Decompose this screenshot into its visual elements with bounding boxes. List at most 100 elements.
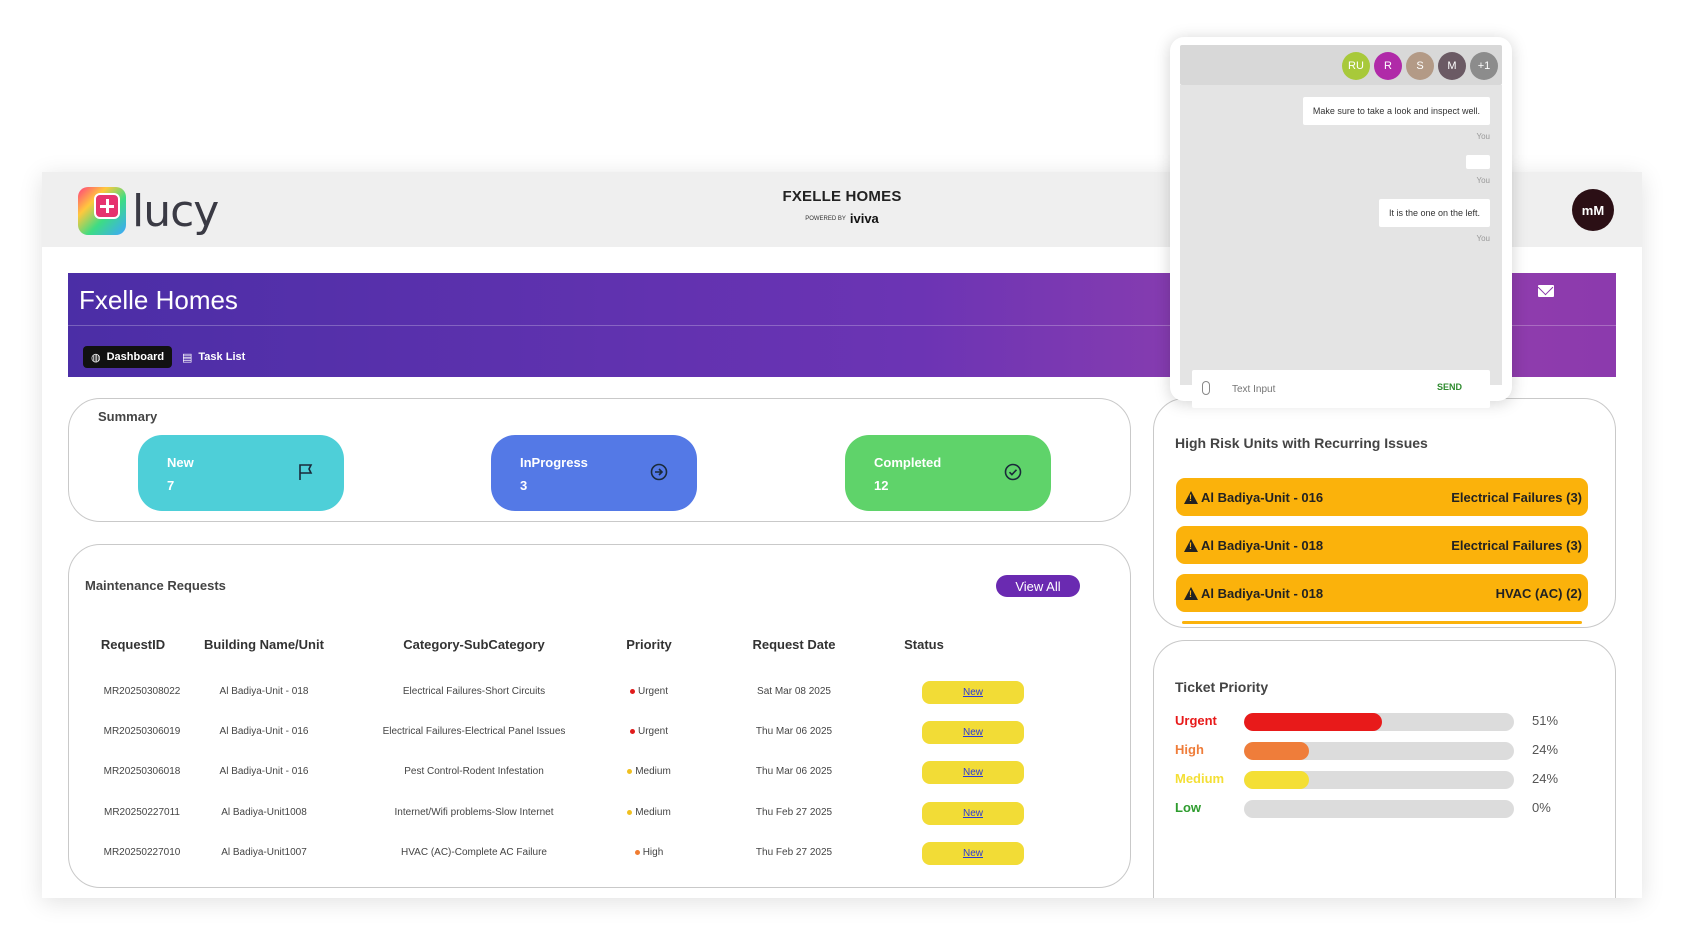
- cell-unit: Al Badiya-Unit - 018: [219, 686, 309, 697]
- cell-category: Pest Control-Rodent Infestation: [404, 766, 544, 777]
- priority-pct-urgent: 51%: [1532, 713, 1559, 728]
- message-author: You: [1476, 176, 1491, 185]
- ticket-priority-title: Ticket Priority: [1175, 679, 1269, 695]
- col-building-unit[interactable]: Building Name/Unit: [199, 637, 329, 652]
- col-request-id[interactable]: RequestID: [93, 637, 173, 652]
- maintenance-title: Maintenance Requests: [85, 578, 226, 593]
- tab-dashboard[interactable]: ◍ Dashboard: [83, 346, 173, 368]
- lucy-logo[interactable]: lucy: [78, 186, 268, 237]
- priority-dot: [634, 849, 640, 855]
- status-badge[interactable]: New: [922, 802, 1024, 825]
- priority-label-medium: Medium: [1175, 771, 1225, 786]
- risk-unit: Al Badiya-Unit - 018: [1201, 537, 1324, 553]
- cell-priority: Urgent: [609, 686, 689, 697]
- participant-avatar[interactable]: S: [1406, 52, 1434, 80]
- user-avatar[interactable]: mM: [1572, 189, 1614, 231]
- cell-unit: Al Badiya-Unit - 016: [219, 766, 309, 777]
- participant-more[interactable]: +1: [1470, 52, 1498, 80]
- cell-unit: Al Badiya-Unit1008: [221, 807, 307, 818]
- cell-request-id: MR20250306019: [103, 726, 181, 737]
- status-badge[interactable]: New: [922, 761, 1024, 784]
- globe-icon: ◍: [91, 351, 101, 364]
- cell-unit: Al Badiya-Unit1007: [221, 847, 307, 858]
- risk-unit: Al Badiya-Unit - 016: [1201, 489, 1324, 505]
- iviva-logo: iviva: [849, 211, 879, 226]
- mail-icon[interactable]: [1538, 285, 1554, 297]
- risk-item[interactable]: Al Badiya-Unit - 018 Electrical Failures…: [1176, 526, 1588, 564]
- priority-pct-low: 0%: [1532, 800, 1551, 815]
- cell-priority: Urgent: [609, 726, 689, 737]
- cell-priority: High: [609, 847, 689, 858]
- priority-fill-medium: [1244, 771, 1309, 789]
- cell-request-id: MR20250227010: [103, 847, 181, 858]
- col-category[interactable]: Category-SubCategory: [399, 637, 549, 652]
- risk-item[interactable]: Al Badiya-Unit - 016 Electrical Failures…: [1176, 478, 1588, 516]
- stat-new[interactable]: New 7: [138, 435, 344, 511]
- priority-fill-urgent: [1244, 713, 1382, 731]
- page-title: Fxelle Homes: [79, 285, 238, 315]
- tab-task-list-label: Task List: [198, 351, 246, 363]
- flag-icon: [299, 464, 313, 480]
- participant-avatar[interactable]: R: [1374, 52, 1402, 80]
- book-icon: ▤: [182, 351, 193, 364]
- risk-list-scroll-edge: [1182, 621, 1582, 624]
- tab-task-list[interactable]: ▤ Task List: [182, 346, 245, 368]
- cell-unit: Al Badiya-Unit - 016: [219, 726, 309, 737]
- col-status[interactable]: Status: [884, 637, 964, 652]
- message-author: You: [1476, 132, 1491, 141]
- cell-date: Thu Mar 06 2025: [755, 726, 833, 737]
- high-risk-card: High Risk Units with Recurring Issues Al…: [1153, 398, 1616, 628]
- chat-message: It is the one on the left.: [1378, 199, 1490, 227]
- stat-inprogress[interactable]: InProgress 3: [491, 435, 697, 511]
- cell-priority: Medium: [609, 807, 689, 818]
- chat-input-bar: SEND: [1192, 370, 1490, 408]
- stat-inprogress-value: 3: [520, 478, 528, 493]
- send-button[interactable]: SEND: [1437, 382, 1462, 392]
- cell-date: Sat Mar 08 2025: [757, 686, 831, 697]
- status-badge[interactable]: New: [922, 681, 1024, 704]
- chat-message: Make sure to take a look and inspect wel…: [1302, 97, 1490, 125]
- chat-text-input[interactable]: [1232, 379, 1402, 399]
- risk-item[interactable]: Al Badiya-Unit - 018 HVAC (AC) (2): [1176, 574, 1588, 612]
- priority-bar-medium: [1244, 771, 1514, 789]
- participant-avatar[interactable]: M: [1438, 52, 1466, 80]
- priority-dot: [627, 809, 633, 815]
- cell-priority: Medium: [609, 766, 689, 777]
- priority-text: Urgent: [637, 726, 668, 737]
- chat-header: RU R S M +1: [1180, 45, 1502, 85]
- participant-avatar[interactable]: RU: [1342, 52, 1370, 80]
- cell-request-id: MR20250227011: [104, 807, 180, 818]
- chat-popup: RU R S M +1 Make sure to take a look and…: [1170, 37, 1512, 408]
- paperclip-icon[interactable]: [1202, 381, 1210, 395]
- priority-label-low: Low: [1175, 800, 1201, 815]
- ticket-priority-card: Ticket Priority Urgent 51% High 24% Medi…: [1153, 640, 1616, 898]
- status-badge[interactable]: New: [922, 842, 1024, 865]
- risk-issue: HVAC (AC) (2): [1495, 585, 1582, 601]
- priority-dot: [627, 768, 633, 774]
- risk-issue: Electrical Failures (3): [1451, 537, 1582, 553]
- stat-completed[interactable]: Completed 12: [845, 435, 1051, 511]
- powered-by: POWERED BY iviva: [762, 211, 922, 226]
- priority-label-urgent: Urgent: [1175, 713, 1217, 728]
- priority-text: High: [642, 847, 664, 858]
- arrow-circle-icon: [650, 463, 668, 481]
- priority-bar-urgent: [1244, 713, 1514, 731]
- summary-title: Summary: [98, 409, 158, 424]
- priority-bar-high: [1244, 742, 1514, 760]
- col-priority[interactable]: Priority: [609, 637, 689, 652]
- warning-icon: [1184, 586, 1198, 600]
- view-all-button[interactable]: View All: [996, 575, 1080, 597]
- lucy-logo-mark: [78, 187, 126, 235]
- maintenance-card: Maintenance Requests View All RequestID …: [68, 544, 1131, 888]
- status-badge[interactable]: New: [922, 721, 1024, 744]
- cell-category: HVAC (AC)-Complete AC Failure: [401, 847, 547, 858]
- high-risk-title: High Risk Units with Recurring Issues: [1175, 435, 1428, 451]
- cell-date: Thu Feb 27 2025: [755, 847, 833, 858]
- tab-dashboard-label: Dashboard: [106, 351, 165, 363]
- message-author: You: [1476, 234, 1491, 243]
- cell-category: Electrical Failures-Electrical Panel Iss…: [382, 726, 566, 737]
- col-request-date[interactable]: Request Date: [739, 637, 849, 652]
- cell-request-id: MR20250308022: [103, 686, 181, 697]
- priority-dot: [629, 728, 635, 734]
- priority-bar-low: [1244, 800, 1514, 818]
